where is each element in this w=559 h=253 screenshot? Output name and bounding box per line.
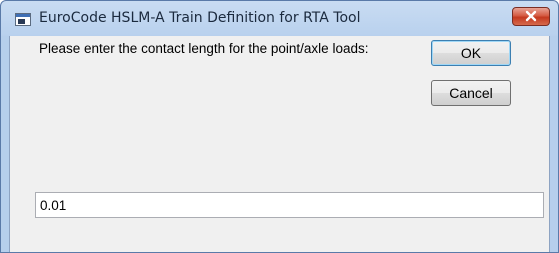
cancel-button[interactable]: Cancel [431,80,511,106]
dialog-window: EuroCode HSLM-A Train Definition for RTA… [0,0,559,253]
app-window-icon [15,13,31,26]
contact-length-input[interactable] [35,192,544,218]
ok-button[interactable]: OK [431,40,511,66]
close-button[interactable] [512,7,550,26]
window-title: EuroCode HSLM-A Train Definition for RTA… [39,10,361,26]
dialog-body: Please enter the contact length for the … [9,36,550,252]
title-bar[interactable]: EuroCode HSLM-A Train Definition for RTA… [1,1,558,37]
close-icon [525,10,537,22]
prompt-label: Please enter the contact length for the … [39,41,369,56]
